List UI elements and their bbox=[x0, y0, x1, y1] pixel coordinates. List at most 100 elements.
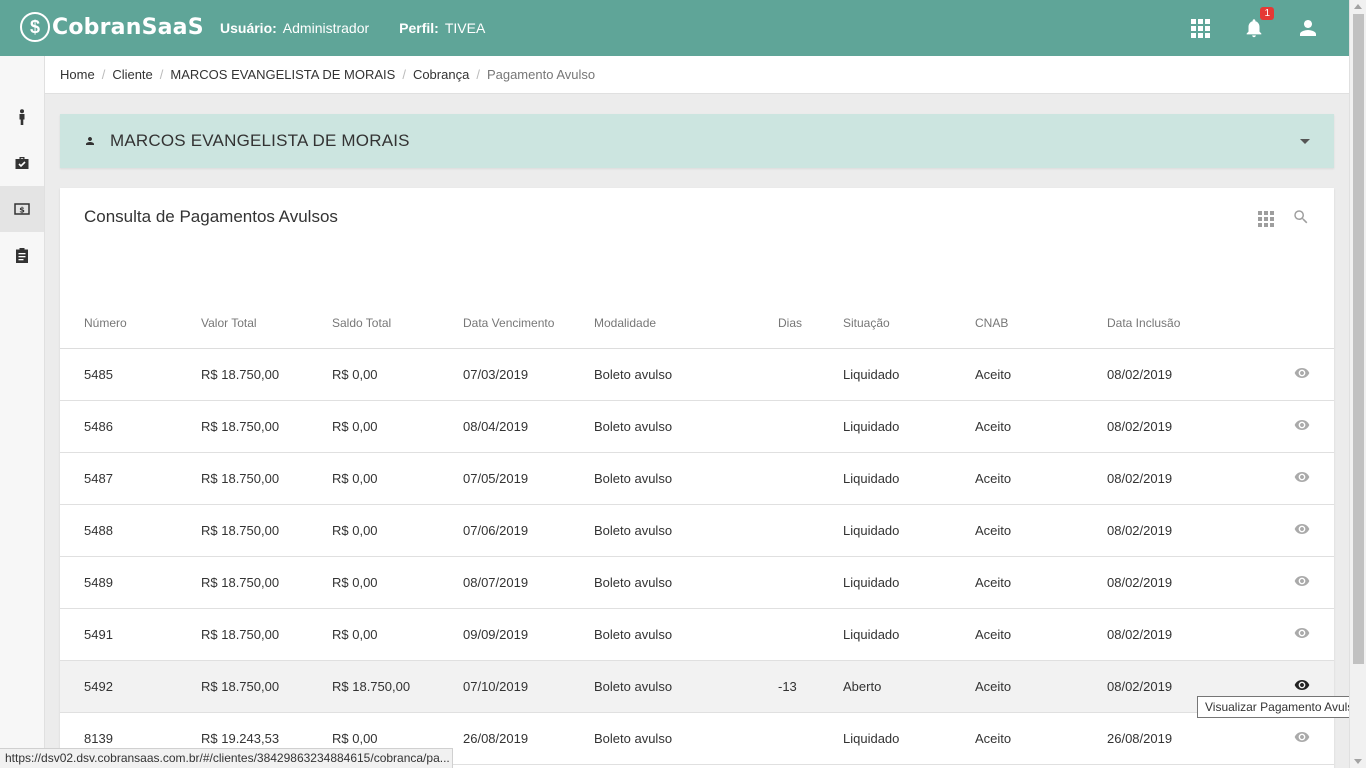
notification-badge: 1 bbox=[1260, 7, 1274, 20]
table-row[interactable]: 5492 R$ 18.750,00 R$ 18.750,00 07/10/2019 Bo… bbox=[60, 660, 1334, 713]
scroll-down-arrow-icon[interactable] bbox=[1354, 759, 1362, 764]
column-header[interactable]: Saldo Total bbox=[332, 298, 463, 349]
column-header[interactable]: Número bbox=[60, 298, 201, 349]
cell-saldo: R$ 0,00 bbox=[332, 504, 463, 557]
column-header[interactable]: Dias bbox=[778, 298, 843, 349]
notifications-bell-icon[interactable]: 1 bbox=[1242, 7, 1274, 42]
row-actions bbox=[1257, 504, 1334, 557]
cell-numero: 5489 bbox=[60, 556, 201, 609]
eye-icon[interactable] bbox=[1294, 625, 1310, 644]
cell-modalidade: Boleto avulso bbox=[594, 556, 778, 609]
cell-vencimento: 07/05/2019 bbox=[463, 452, 594, 505]
rail-item-briefcase[interactable] bbox=[0, 140, 44, 186]
cell-cnab: Aceito bbox=[975, 608, 1107, 661]
cell-valor: R$ 18.750,00 bbox=[201, 400, 332, 453]
payments-card: Consulta de Pagamentos Avulsos Número Va… bbox=[60, 188, 1334, 768]
eye-icon[interactable] bbox=[1294, 365, 1310, 384]
scroll-thumb[interactable] bbox=[1353, 14, 1364, 664]
expand-caret-icon[interactable] bbox=[1300, 139, 1310, 144]
table-header-row: Número Valor Total Saldo Total Data Venc… bbox=[60, 298, 1334, 349]
cell-vencimento: 09/09/2019 bbox=[463, 608, 594, 661]
table-row[interactable]: 5488 R$ 18.750,00 R$ 0,00 07/06/2019 Boleto … bbox=[60, 504, 1334, 557]
cell-situacao: Liquidado bbox=[843, 452, 975, 505]
cell-numero: 5485 bbox=[60, 348, 201, 401]
row-actions bbox=[1257, 608, 1334, 661]
breadcrumb-home[interactable]: Home bbox=[60, 67, 95, 82]
cell-cnab: Aceito bbox=[975, 556, 1107, 609]
column-header[interactable]: CNAB bbox=[975, 298, 1107, 349]
breadcrumb-separator: / bbox=[159, 67, 164, 82]
eye-icon[interactable] bbox=[1294, 573, 1310, 592]
row-actions bbox=[1257, 556, 1334, 609]
cell-numero: 5491 bbox=[60, 608, 201, 661]
clipboard-icon bbox=[16, 247, 28, 263]
profile-field: Perfil: TIVEA bbox=[399, 20, 485, 36]
cell-vencimento: 08/07/2019 bbox=[463, 556, 594, 609]
cell-dias bbox=[778, 712, 843, 765]
row-actions bbox=[1257, 400, 1334, 453]
eye-icon[interactable] bbox=[1294, 729, 1310, 748]
cell-dias bbox=[778, 556, 843, 609]
profile-label: Perfil: bbox=[399, 20, 439, 36]
cell-inclusao: 08/02/2019 bbox=[1107, 608, 1257, 661]
cell-numero: 5488 bbox=[60, 504, 201, 557]
column-header[interactable]: Valor Total bbox=[201, 298, 332, 349]
eye-icon[interactable] bbox=[1294, 677, 1310, 696]
cell-vencimento: 07/03/2019 bbox=[463, 348, 594, 401]
left-rail: $ bbox=[0, 56, 45, 768]
cell-modalidade: Boleto avulso bbox=[594, 712, 778, 765]
column-header[interactable]: Data Inclusão bbox=[1107, 298, 1257, 349]
apps-grid-icon[interactable] bbox=[1188, 14, 1212, 42]
cell-situacao: Liquidado bbox=[843, 608, 975, 661]
logo-text: CobranSaaS bbox=[52, 14, 204, 40]
cell-dias bbox=[778, 608, 843, 661]
column-header[interactable]: Situação bbox=[843, 298, 975, 349]
cell-valor: R$ 18.750,00 bbox=[201, 452, 332, 505]
table-row[interactable]: 5491 R$ 18.750,00 R$ 0,00 09/09/2019 Boleto … bbox=[60, 608, 1334, 661]
page-scrollbar[interactable] bbox=[1349, 0, 1366, 768]
breadcrumb-cobranca[interactable]: Cobrança bbox=[413, 67, 469, 82]
top-bar: $ CobranSaaS Usuário: Administrador Perfi… bbox=[0, 0, 1366, 56]
breadcrumb-separator: / bbox=[101, 67, 106, 82]
cell-saldo: R$ 0,00 bbox=[332, 400, 463, 453]
cell-dias bbox=[778, 452, 843, 505]
breadcrumb-cliente[interactable]: Cliente bbox=[112, 67, 152, 82]
cell-situacao: Liquidado bbox=[843, 400, 975, 453]
client-name: MARCOS EVANGELISTA DE MORAIS bbox=[110, 131, 410, 150]
tooltip: Visualizar Pagamento Avulso bbox=[1197, 696, 1366, 718]
search-icon[interactable] bbox=[1292, 208, 1310, 229]
user-account-icon[interactable] bbox=[1296, 14, 1320, 42]
grid-icon[interactable] bbox=[1258, 210, 1274, 227]
rail-item-clipboard[interactable] bbox=[0, 232, 44, 278]
cell-modalidade: Boleto avulso bbox=[594, 348, 778, 401]
table-row[interactable]: 5487 R$ 18.750,00 R$ 0,00 07/05/2019 Boleto … bbox=[60, 452, 1334, 505]
rail-item-money[interactable]: $ bbox=[0, 186, 44, 232]
top-icons: 1 bbox=[1188, 7, 1320, 42]
table-row[interactable]: 5489 R$ 18.750,00 R$ 0,00 08/07/2019 Boleto … bbox=[60, 556, 1334, 609]
cell-inclusao: 08/02/2019 bbox=[1107, 400, 1257, 453]
eye-icon[interactable] bbox=[1294, 417, 1310, 436]
cell-inclusao: 08/02/2019 bbox=[1107, 504, 1257, 557]
eye-icon[interactable] bbox=[1294, 469, 1310, 488]
logo[interactable]: $ CobranSaaS bbox=[20, 12, 204, 42]
column-header[interactable]: Data Vencimento bbox=[463, 298, 594, 349]
scroll-up-arrow-icon[interactable] bbox=[1354, 4, 1362, 9]
cell-valor: R$ 18.750,00 bbox=[201, 608, 332, 661]
cell-saldo: R$ 0,00 bbox=[332, 452, 463, 505]
table-row[interactable]: 5486 R$ 18.750,00 R$ 0,00 08/04/2019 Boleto … bbox=[60, 400, 1334, 453]
cell-cnab: Aceito bbox=[975, 400, 1107, 453]
client-panel[interactable]: MARCOS EVANGELISTA DE MORAIS bbox=[60, 114, 1334, 168]
table-row[interactable]: 5485 R$ 18.750,00 R$ 0,00 07/03/2019 Boleto … bbox=[60, 348, 1334, 401]
money-icon: $ bbox=[14, 203, 30, 215]
cell-modalidade: Boleto avulso bbox=[594, 452, 778, 505]
rail-item-person[interactable] bbox=[0, 94, 44, 140]
user-label: Usuário: bbox=[220, 20, 277, 36]
eye-icon[interactable] bbox=[1294, 521, 1310, 540]
card-title: Consulta de Pagamentos Avulsos bbox=[84, 207, 338, 226]
breadcrumb-separator: / bbox=[402, 67, 406, 82]
cell-valor: R$ 18.750,00 bbox=[201, 348, 332, 401]
user-field: Usuário: Administrador bbox=[220, 20, 369, 36]
column-header[interactable]: Modalidade bbox=[594, 298, 778, 349]
breadcrumb-client-name[interactable]: MARCOS EVANGELISTA DE MORAIS bbox=[170, 67, 395, 82]
cell-dias bbox=[778, 348, 843, 401]
